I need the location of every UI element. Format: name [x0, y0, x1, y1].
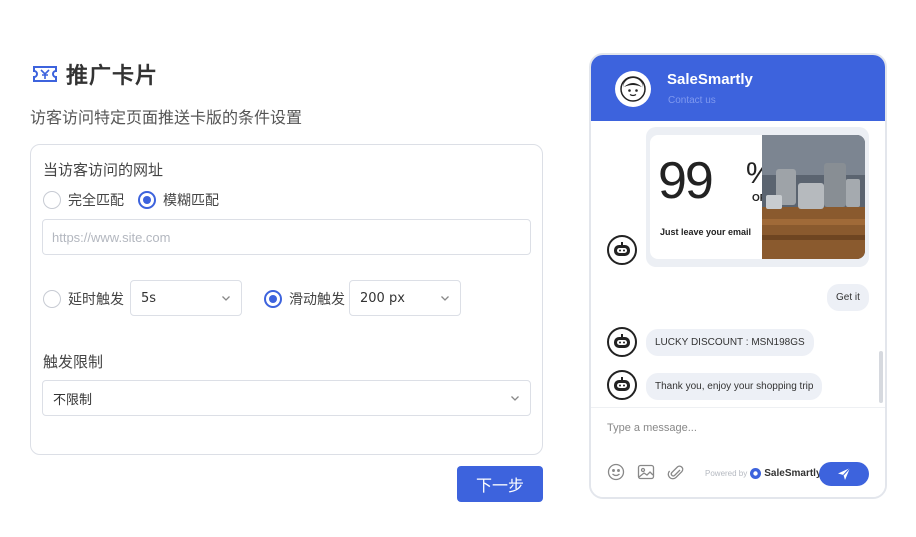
promo-discount-number: 99 — [658, 152, 714, 210]
bot-avatar — [607, 327, 637, 357]
match-type-radio-group: 完全匹配 模糊匹配 — [43, 190, 233, 210]
page-subtitle: 访客访问特定页面推送卡版的条件设置 — [30, 108, 303, 127]
attachment-icon[interactable] — [667, 463, 685, 481]
fuzzy-match-radio[interactable] — [138, 191, 156, 209]
promo-product-photo — [762, 135, 865, 259]
promo-card: 99 % OFF Just leave your email — [650, 135, 865, 259]
scroll-distance-select[interactable]: 200 px — [349, 280, 461, 316]
limit-section-label: 触发限制 — [43, 353, 104, 371]
promo-card-message[interactable]: 99 % OFF Just leave your email — [646, 127, 869, 267]
condition-form-card: 当访客访问的网址 完全匹配 模糊匹配 延时触发 5s 滑动触发 200 px 触… — [30, 144, 543, 455]
bot-message-bubble: LUCKY DISCOUNT : MSN198GS — [646, 329, 814, 356]
message-input[interactable] — [607, 422, 827, 434]
powered-by-footer[interactable]: Powered by SaleSmartly — [705, 468, 822, 479]
powered-by-text: Powered by — [705, 469, 748, 478]
scroll-trigger-radio[interactable] — [264, 290, 282, 308]
chat-widget-preview: SaleSmartly Contact us 99 % OFF Just lea… — [589, 53, 887, 499]
bot-message-bubble: Thank you, enjoy your shopping trip — [646, 373, 823, 400]
delay-trigger-radio[interactable] — [43, 290, 61, 308]
promo-caption: Just leave your email — [660, 227, 752, 237]
next-step-button[interactable]: 下一步 — [457, 466, 543, 502]
image-icon[interactable] — [637, 463, 655, 481]
page-title: 推广卡片 — [66, 64, 159, 89]
delay-select-value: 5s — [141, 290, 157, 306]
delay-select[interactable]: 5s — [130, 280, 242, 316]
chat-scrollbar[interactable] — [879, 351, 883, 403]
delay-trigger-option: 延时触发 — [43, 289, 138, 309]
robot-icon — [614, 242, 630, 256]
bot-avatar — [607, 370, 637, 400]
delay-trigger-label[interactable]: 延时触发 — [68, 289, 124, 309]
agent-face-icon — [620, 76, 646, 102]
widget-subtitle: Contact us — [668, 95, 716, 106]
exact-match-label[interactable]: 完全匹配 — [68, 190, 124, 210]
chevron-down-icon — [511, 396, 519, 401]
robot-icon — [614, 377, 630, 391]
exact-match-radio[interactable] — [43, 191, 61, 209]
widget-brand-name: SaleSmartly — [667, 71, 753, 88]
page-header: 推广卡片 — [32, 58, 158, 90]
url-section-label: 当访客访问的网址 — [43, 161, 164, 179]
chevron-down-icon — [441, 296, 449, 301]
powered-by-brand: SaleSmartly — [764, 468, 822, 479]
scroll-trigger-option: 滑动触发 — [264, 289, 359, 309]
trigger-limit-select[interactable]: 不限制 — [42, 380, 531, 416]
robot-icon — [614, 334, 630, 348]
ticket-icon — [33, 66, 57, 82]
send-icon — [838, 467, 851, 480]
chevron-down-icon — [222, 296, 230, 301]
fuzzy-match-label[interactable]: 模糊匹配 — [163, 190, 219, 210]
message-composer: Powered by SaleSmartly — [591, 407, 885, 497]
send-button[interactable] — [819, 462, 869, 486]
trigger-limit-value: 不限制 — [53, 392, 93, 408]
chat-messages: 99 % OFF Just leave your email — [591, 121, 885, 407]
widget-header: SaleSmartly Contact us — [591, 55, 885, 121]
user-message-bubble: Get it — [827, 284, 869, 311]
scroll-trigger-label[interactable]: 滑动触发 — [289, 289, 345, 309]
bot-avatar — [607, 235, 637, 265]
salesmartly-logo-icon — [750, 468, 762, 479]
agent-avatar — [615, 71, 651, 107]
emoji-icon[interactable] — [607, 463, 625, 481]
scroll-distance-value: 200 px — [360, 290, 405, 306]
url-input[interactable] — [42, 219, 531, 255]
